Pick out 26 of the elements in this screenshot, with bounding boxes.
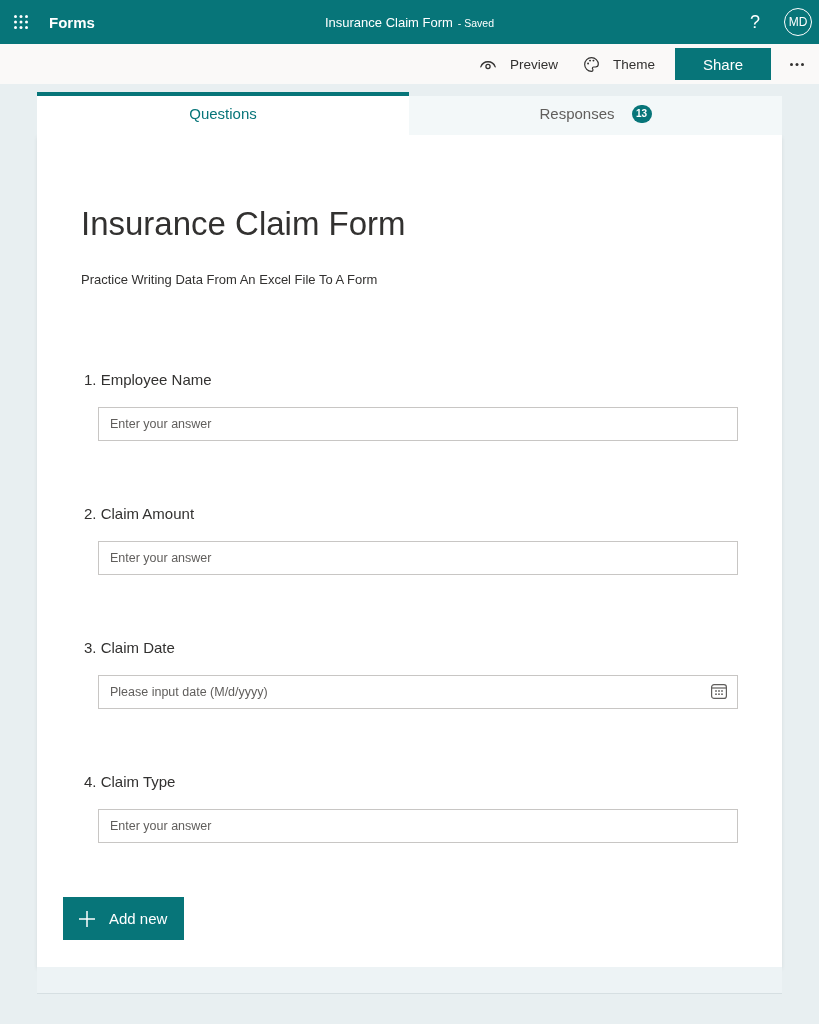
- form-heading: Insurance Claim Form: [81, 204, 407, 244]
- date-field[interactable]: Please input date (M/d/yyyy): [98, 675, 738, 709]
- question-label: 4. Claim Type: [83, 772, 177, 792]
- app-launcher-icon[interactable]: [14, 15, 28, 29]
- help-button[interactable]: ?: [748, 11, 762, 33]
- question-label: 1. Employee Name: [83, 370, 213, 390]
- form-description: Practice Writing Data From An Excel File To A Form: [81, 271, 379, 289]
- answer-field[interactable]: Enter your answer: [98, 407, 738, 441]
- plus-icon: [79, 910, 95, 927]
- calendar-icon[interactable]: [711, 684, 727, 699]
- response-count: 13: [631, 104, 652, 123]
- palette-icon: [583, 56, 599, 72]
- more-icon: [790, 62, 804, 66]
- question-label: 3. Claim Date: [83, 638, 176, 658]
- save-status: - Saved: [457, 16, 495, 29]
- tab[interactable]: Questions: [37, 92, 409, 135]
- eye-icon: [479, 58, 496, 70]
- app-name: Forms: [49, 13, 95, 31]
- theme-button[interactable]: Theme: [583, 52, 655, 76]
- preview-button[interactable]: Preview: [479, 52, 558, 76]
- answer-field[interactable]: Enter your answer: [98, 809, 738, 843]
- answer-field[interactable]: Enter your answer: [98, 541, 738, 575]
- share-button[interactable]: Share: [675, 48, 771, 80]
- question-label: 2. Claim Amount: [83, 504, 196, 524]
- add-new-button[interactable]: Add new: [63, 897, 185, 940]
- form-title: Insurance Claim Form: [324, 14, 453, 30]
